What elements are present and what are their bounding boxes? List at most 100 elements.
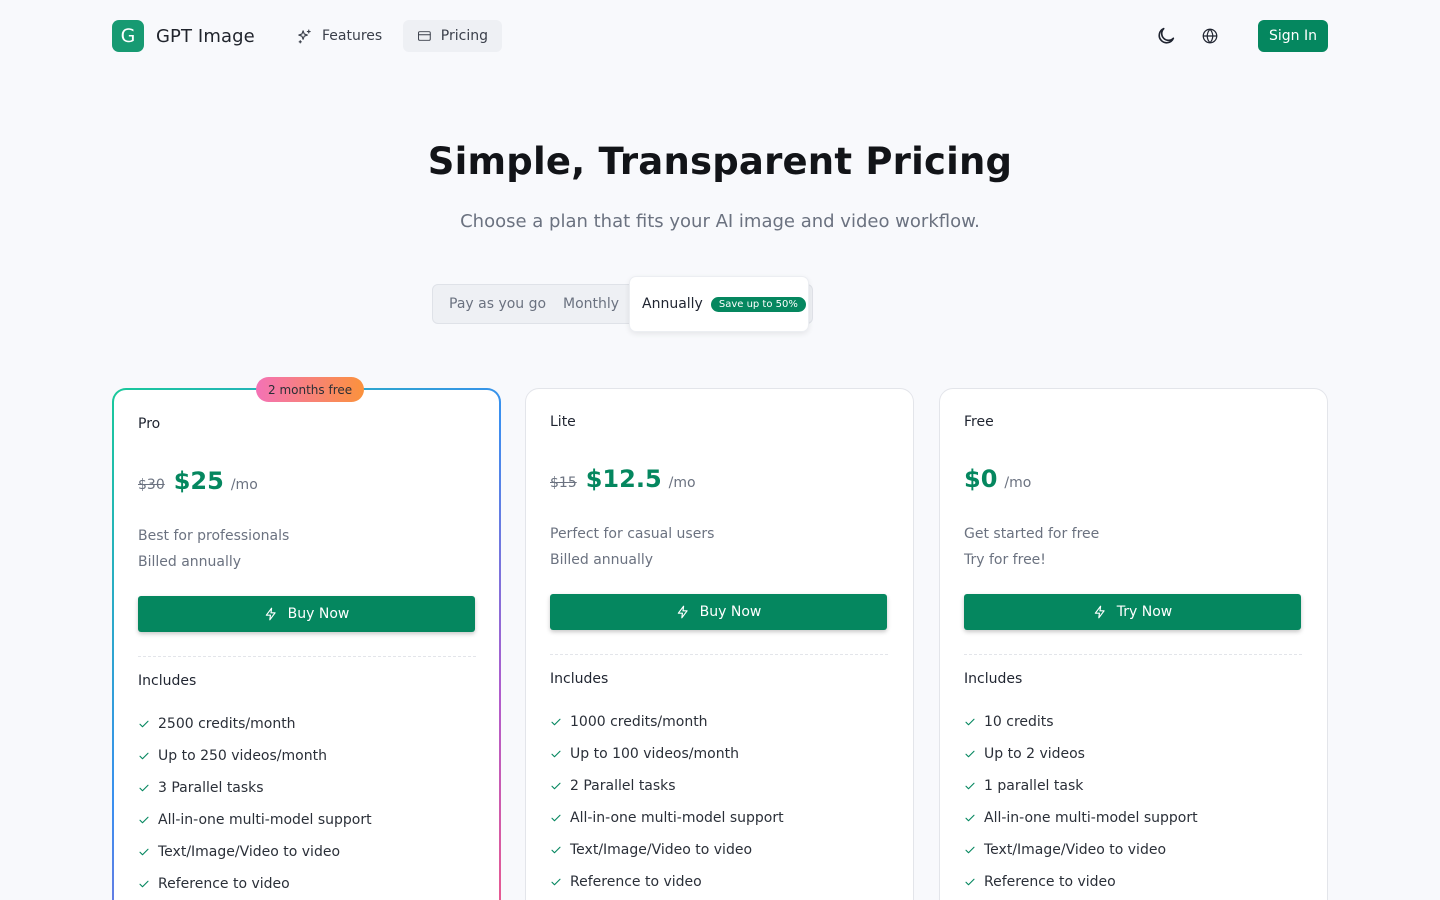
tab-annually-label: Annually xyxy=(642,296,703,312)
check-icon xyxy=(550,876,570,888)
includes-heading: Includes xyxy=(550,671,609,687)
plan-name: Lite xyxy=(550,414,576,430)
page-subtitle: Choose a plan that fits your AI image an… xyxy=(460,211,980,232)
tab-pay-as-you-go[interactable]: Pay as you go xyxy=(449,285,546,323)
list-item: Reference to video xyxy=(138,868,372,900)
list-item: 1000 credits/month xyxy=(550,706,784,738)
feature-text: Reference to video xyxy=(984,874,1116,890)
feature-text: All-in-one multi-model support xyxy=(570,810,784,826)
check-icon xyxy=(138,878,158,890)
list-item: 10 credits xyxy=(964,706,1198,738)
feature-list: 2500 credits/month Up to 250 videos/mont… xyxy=(138,708,372,900)
nav-pricing-label: Pricing xyxy=(440,28,488,44)
check-icon xyxy=(550,748,570,760)
language-button[interactable] xyxy=(1196,22,1224,50)
plan-card-free: Free $0 /mo Get started for free Try for… xyxy=(939,388,1328,900)
try-now-button[interactable]: Try Now xyxy=(964,594,1301,630)
check-icon xyxy=(138,846,158,858)
feature-text: 10 credits xyxy=(984,714,1054,730)
check-icon xyxy=(964,812,984,824)
plan-description: Get started for free xyxy=(964,526,1100,542)
check-icon xyxy=(550,812,570,824)
feature-list: 10 credits Up to 2 videos 1 parallel tas… xyxy=(964,706,1198,898)
price-period: /mo xyxy=(668,475,696,491)
buy-now-button[interactable]: Buy Now xyxy=(550,594,887,630)
check-icon xyxy=(138,718,158,730)
feature-text: Text/Image/Video to video xyxy=(158,844,341,860)
list-item: Up to 100 videos/month xyxy=(550,738,784,770)
price-row: $0 /mo xyxy=(964,465,1031,493)
check-icon xyxy=(138,782,158,794)
logo[interactable]: G GPT Image xyxy=(112,20,255,52)
billing-note: Try for free! xyxy=(964,552,1046,568)
feature-text: 3 Parallel tasks xyxy=(158,780,264,796)
current-price: $12.5 xyxy=(585,465,662,493)
nav-features[interactable]: Features xyxy=(282,20,396,52)
buy-now-button[interactable]: Buy Now xyxy=(138,596,475,632)
divider xyxy=(550,654,888,655)
feature-text: 1 parallel task xyxy=(984,778,1084,794)
logo-mark: G xyxy=(112,20,144,52)
list-item: 3 Parallel tasks xyxy=(138,772,372,804)
list-item: All-in-one multi-model support xyxy=(138,804,372,836)
price-row: $30 $25 /mo xyxy=(138,467,258,495)
cta-label: Buy Now xyxy=(699,604,762,620)
tab-annually[interactable]: Annually Save up to 50% xyxy=(629,276,809,332)
plan-card-pro: 2 months free Pro $30 $25 /mo Best for p… xyxy=(112,377,501,900)
list-item: Text/Image/Video to video xyxy=(138,836,372,868)
check-icon xyxy=(964,716,984,728)
includes-heading: Includes xyxy=(138,673,197,689)
cta-label: Try Now xyxy=(1116,604,1173,620)
lightning-icon xyxy=(265,607,276,621)
check-icon xyxy=(964,844,984,856)
theme-toggle-button[interactable] xyxy=(1152,22,1180,50)
check-icon xyxy=(138,750,158,762)
feature-text: Up to 250 videos/month xyxy=(158,748,327,764)
feature-text: Reference to video xyxy=(570,874,702,890)
list-item: Up to 250 videos/month xyxy=(138,740,372,772)
promo-badge: 2 months free xyxy=(256,377,365,402)
feature-text: 2 Parallel tasks xyxy=(570,778,676,794)
price-period: /mo xyxy=(230,477,258,493)
feature-text: 2500 credits/month xyxy=(158,716,296,732)
sign-in-button[interactable]: Sign In xyxy=(1258,20,1328,52)
check-icon xyxy=(550,780,570,792)
divider xyxy=(964,654,1302,655)
tab-monthly[interactable]: Monthly xyxy=(563,285,619,323)
feature-text: Text/Image/Video to video xyxy=(984,842,1167,858)
list-item: All-in-one multi-model support xyxy=(964,802,1198,834)
includes-heading: Includes xyxy=(964,671,1023,687)
plan-description: Best for professionals xyxy=(138,528,290,544)
cta-label: Buy Now xyxy=(287,606,350,622)
top-navbar: G GPT Image Features Pricing Sign In xyxy=(0,0,1440,72)
check-icon xyxy=(964,780,984,792)
list-item: 2500 credits/month xyxy=(138,708,372,740)
plan-name: Pro xyxy=(138,416,161,432)
list-item: 1 parallel task xyxy=(964,770,1198,802)
list-item: Text/Image/Video to video xyxy=(550,834,784,866)
price-period: /mo xyxy=(1004,475,1032,491)
divider xyxy=(138,656,476,657)
check-icon xyxy=(550,844,570,856)
check-icon xyxy=(964,876,984,888)
nav-features-label: Features xyxy=(322,28,383,44)
globe-icon xyxy=(1202,28,1218,44)
feature-text: All-in-one multi-model support xyxy=(158,812,372,828)
list-item: Reference to video xyxy=(964,866,1198,898)
price-row: $15 $12.5 /mo xyxy=(550,465,696,493)
save-badge: Save up to 50% xyxy=(710,296,806,312)
lightning-icon xyxy=(1094,605,1105,619)
list-item: All-in-one multi-model support xyxy=(550,802,784,834)
billing-note: Billed annually xyxy=(550,552,654,568)
credit-card-icon xyxy=(418,31,431,41)
plan-card-lite: Lite $15 $12.5 /mo Perfect for casual us… xyxy=(525,388,914,900)
current-price: $25 xyxy=(173,467,224,495)
lightning-icon xyxy=(677,605,688,619)
plan-description: Perfect for casual users xyxy=(550,526,715,542)
original-price: $30 xyxy=(138,477,165,493)
list-item: Text/Image/Video to video xyxy=(964,834,1198,866)
nav-pricing[interactable]: Pricing xyxy=(403,20,502,52)
feature-list: 1000 credits/month Up to 100 videos/mont… xyxy=(550,706,784,898)
check-icon xyxy=(964,748,984,760)
list-item: Reference to video xyxy=(550,866,784,898)
